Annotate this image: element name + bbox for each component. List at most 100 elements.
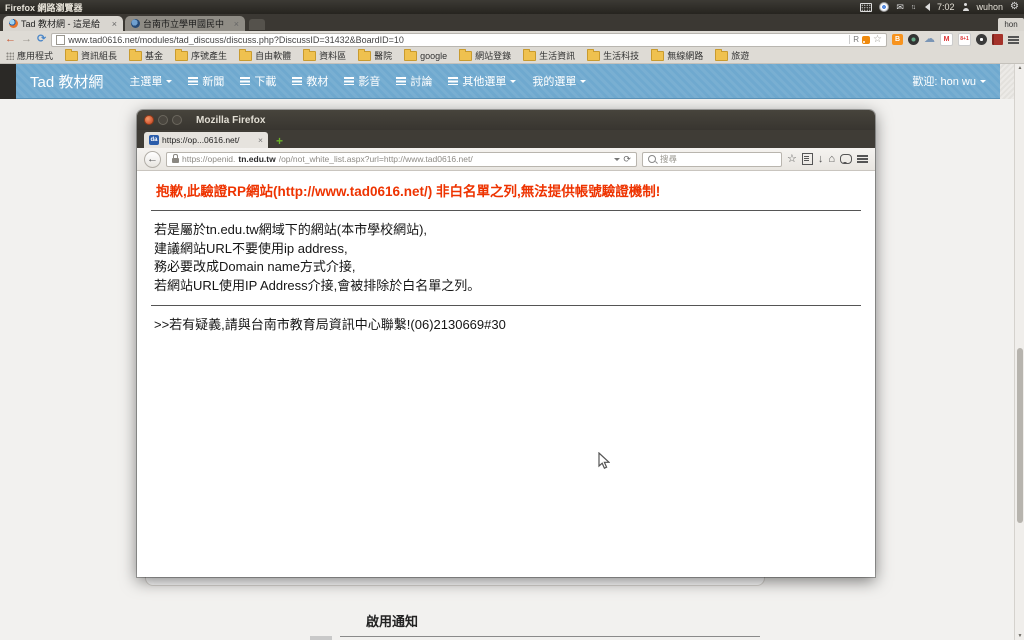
menu-news[interactable]: 新聞 <box>188 73 224 89</box>
tab-school-site[interactable]: 台南市立學甲國民中 × <box>125 16 245 31</box>
rss-icon[interactable] <box>862 36 870 44</box>
menu-other[interactable]: 其他選單 <box>448 73 516 89</box>
back-button[interactable]: ← <box>144 151 161 168</box>
menu-materials[interactable]: 教材 <box>292 73 328 89</box>
bookmark-folder[interactable]: google <box>404 51 447 61</box>
system-tray: ✉ ↑↓ 7:02 wuhon ⚙ <box>860 2 1019 12</box>
gear-icon[interactable]: ⚙ <box>1010 2 1019 12</box>
reader-icon[interactable]: R <box>849 35 859 44</box>
minimize-window-button[interactable] <box>158 115 168 125</box>
chrome-tray-icon[interactable] <box>879 2 889 12</box>
popup-address-bar[interactable]: https://openid. tn.edu.tw /op/not_white_… <box>166 152 637 167</box>
vertical-scrollbar[interactable]: ▲ ▼ <box>1014 64 1024 640</box>
bookmark-folder[interactable]: 生活資訊 <box>523 49 575 62</box>
notice-line: 務必要改成Domain name方式介接, <box>151 258 861 277</box>
new-tab-button[interactable]: + <box>276 134 283 148</box>
apps-label: 應用程式 <box>17 49 53 62</box>
search-icon <box>648 155 656 163</box>
menu-download[interactable]: 下載 <box>240 73 276 89</box>
welcome-user-menu[interactable]: 歡迎: hon wu <box>912 73 986 89</box>
list-icon <box>292 77 302 85</box>
bookmark-star-icon[interactable]: ☆ <box>873 35 882 45</box>
forward-button[interactable]: → <box>21 34 32 45</box>
bookmark-folder[interactable]: 基金 <box>129 49 163 62</box>
reload-icon[interactable]: ⟳ <box>623 154 631 165</box>
keyboard-indicator-icon[interactable] <box>860 3 872 12</box>
hello-chat-icon[interactable] <box>840 154 852 164</box>
home-icon[interactable]: ⌂ <box>828 154 835 165</box>
popup-nav-bar: ← https://openid. tn.edu.tw /op/not_whit… <box>137 148 875 171</box>
scroll-down-arrow[interactable]: ▼ <box>1015 633 1024 639</box>
popup-tab[interactable]: da https://op...0616.net/ × <box>144 132 268 148</box>
popup-tab-label: https://op...0616.net/ <box>162 135 255 145</box>
browser-menu-icon[interactable] <box>1008 36 1019 38</box>
blogger-extension-icon[interactable]: B <box>892 34 903 45</box>
menu-icon[interactable] <box>857 155 868 157</box>
bookmark-folder[interactable]: 醫院 <box>358 49 392 62</box>
gmail-extension-icon[interactable]: M <box>940 33 953 46</box>
back-button[interactable]: ← <box>5 34 16 45</box>
bookmarks-menu-icon[interactable] <box>802 153 813 165</box>
folder-icon <box>523 51 536 61</box>
bookmark-label: 自由軟體 <box>255 49 291 62</box>
globe-extension-icon[interactable] <box>908 34 919 45</box>
bookmark-label: 資訊組長 <box>81 49 117 62</box>
search-input[interactable]: 搜尋 <box>642 152 782 167</box>
bookmark-label: 無線網路 <box>667 49 703 62</box>
url-text[interactable]: www.tad0616.net/modules/tad_discuss/disc… <box>68 35 846 45</box>
mini-tab-hon[interactable]: hon <box>998 18 1024 31</box>
bookmark-label: 醫院 <box>374 49 392 62</box>
bookmark-folder[interactable]: 序號產生 <box>175 49 227 62</box>
divider <box>151 305 861 306</box>
sound-icon[interactable] <box>921 3 930 11</box>
chevron-down-icon[interactable] <box>614 158 620 164</box>
list-icon <box>240 77 250 85</box>
scrollbar-thumb[interactable] <box>1017 348 1023 523</box>
menu-discuss[interactable]: 討論 <box>396 73 432 89</box>
popup-title-bar[interactable]: Mozilla Firefox <box>137 110 875 130</box>
bookmark-folder[interactable]: 資訊組長 <box>65 49 117 62</box>
user-icon[interactable] <box>962 3 970 11</box>
clock[interactable]: 7:02 <box>937 2 955 12</box>
list-icon <box>448 77 458 85</box>
maximize-window-button[interactable] <box>172 115 182 125</box>
menu-my[interactable]: 我的選單 <box>532 73 586 89</box>
plusone-extension-icon[interactable]: 8+1 <box>958 33 971 46</box>
tab-close-icon[interactable]: × <box>234 19 239 29</box>
mail-icon[interactable]: ✉ <box>896 3 904 12</box>
bookmark-folder[interactable]: 無線網路 <box>651 49 703 62</box>
red-book-extension-icon[interactable] <box>992 34 1003 45</box>
bookmark-folder[interactable]: 旅遊 <box>715 49 749 62</box>
chevron-down-icon <box>580 80 586 86</box>
close-window-button[interactable] <box>144 115 154 125</box>
reload-button[interactable]: ⟳ <box>37 34 46 45</box>
address-bar[interactable]: www.tad0616.net/modules/tad_discuss/disc… <box>51 33 887 47</box>
list-icon <box>188 77 198 85</box>
system-bar: Firefox 網路瀏覽器 ✉ ↑↓ 7:02 wuhon ⚙ <box>0 0 1024 14</box>
bookmark-label: 資料區 <box>319 49 346 62</box>
apps-shortcut[interactable]: 應用程式 <box>6 49 53 62</box>
network-arrows-icon[interactable]: ↑↓ <box>911 4 914 11</box>
scroll-up-arrow[interactable]: ▲ <box>1015 65 1024 71</box>
menu-video[interactable]: 影音 <box>344 73 380 89</box>
table-top-border <box>340 636 760 637</box>
menu-label: 討論 <box>410 73 432 89</box>
bookmark-folder[interactable]: 生活科技 <box>587 49 639 62</box>
list-icon <box>344 77 354 85</box>
tab-close-icon[interactable]: × <box>258 135 263 145</box>
tab-tad-site[interactable]: Tad 教材網 - 這是給 × <box>3 16 123 31</box>
apps-grid-icon <box>6 52 14 60</box>
downloads-icon[interactable]: ↓ <box>818 154 824 165</box>
wheel-extension-icon[interactable] <box>976 34 987 45</box>
username-label[interactable]: wuhon <box>977 2 1004 12</box>
bookmark-folder[interactable]: 網站登錄 <box>459 49 511 62</box>
new-tab-button[interactable] <box>249 19 265 30</box>
tab-close-icon[interactable]: × <box>112 19 117 29</box>
firefox-favicon <box>9 19 18 28</box>
bookmark-star-icon[interactable]: ☆ <box>787 154 797 165</box>
site-brand[interactable]: Tad 教材網 <box>30 71 103 92</box>
bookmark-folder[interactable]: 資料區 <box>303 49 346 62</box>
bookmark-folder[interactable]: 自由軟體 <box>239 49 291 62</box>
cloud-extension-icon[interactable]: ☁ <box>924 34 935 45</box>
menu-main[interactable]: 主選單 <box>129 73 172 89</box>
